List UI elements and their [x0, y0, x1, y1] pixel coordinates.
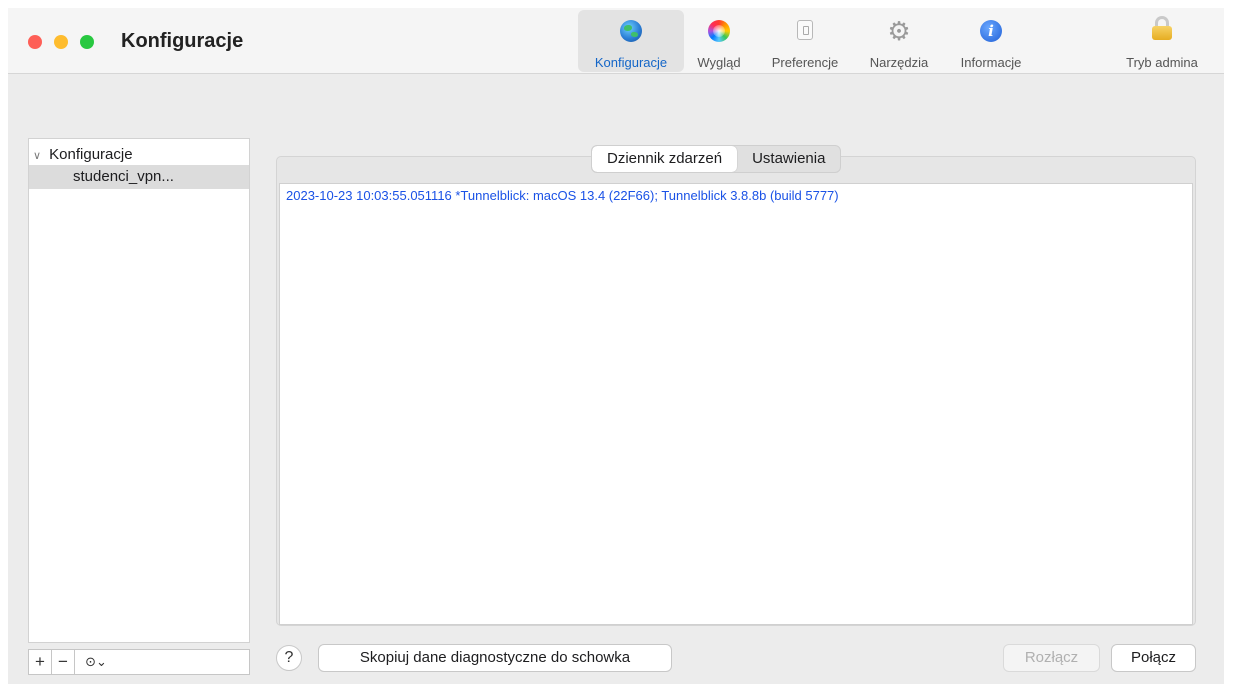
preferences-window: Konfiguracje Konfiguracje Wygląd Prefere… — [8, 8, 1224, 684]
sidebar-button-bar: + − ⊙⌄ — [28, 649, 250, 676]
toolbar-label: Narzędzia — [869, 55, 929, 70]
button-bar-filler — [117, 649, 250, 675]
minimize-window-button[interactable] — [54, 35, 68, 49]
tab-segmented-control: Dziennik zdarzeń Ustawienia — [591, 145, 842, 173]
toolbar-item-narzedzia[interactable]: ⚙ Narzędzia — [856, 10, 942, 72]
toolbar-label: Wygląd — [697, 55, 741, 70]
tab-settings[interactable]: Ustawienia — [737, 146, 840, 172]
info-icon: i — [980, 20, 1002, 42]
toolbar-label: Konfiguracje — [594, 55, 668, 70]
sidebar-item-label: studenci_vpn... — [73, 168, 174, 185]
log-view[interactable]: 2023-10-23 10:03:55.051116 *Tunnelblick:… — [279, 183, 1193, 625]
tree-group-label: Konfiguracje — [49, 146, 133, 163]
toolbar-item-informacje[interactable]: i Informacje — [946, 10, 1036, 72]
globe-icon — [620, 20, 642, 42]
help-button[interactable]: ? — [276, 645, 302, 671]
tab-log[interactable]: Dziennik zdarzeń — [592, 146, 738, 172]
toolbar-item-preferencje[interactable]: Preferencje — [758, 10, 852, 72]
switch-icon — [797, 20, 813, 40]
configurations-sidebar: ∨ Konfiguracje studenci_vpn... — [28, 138, 250, 643]
toolbar-label: Tryb admina — [1126, 55, 1198, 70]
tree-group-header[interactable]: ∨ Konfiguracje — [33, 146, 133, 163]
connect-button[interactable]: Połącz — [1111, 644, 1196, 672]
add-configuration-button[interactable]: + — [28, 649, 52, 675]
log-line: 2023-10-23 10:03:55.051116 *Tunnelblick:… — [286, 188, 839, 203]
toolbar-item-wyglad[interactable]: Wygląd — [686, 10, 752, 72]
gear-icon: ⚙ — [887, 16, 911, 46]
lock-icon — [1152, 16, 1172, 40]
toolbar-item-admin-mode[interactable]: Tryb admina — [1116, 10, 1208, 72]
chevron-down-icon[interactable]: ∨ — [33, 149, 45, 162]
sidebar-item-configuration[interactable]: studenci_vpn... — [29, 165, 249, 189]
window-title: Konfiguracje — [121, 30, 244, 52]
toolbar-label: Informacje — [960, 55, 1022, 70]
zoom-window-button[interactable] — [80, 35, 94, 49]
color-wheel-icon — [708, 20, 730, 42]
toolbar-item-konfiguracje[interactable]: Konfiguracje — [578, 10, 684, 72]
copy-diagnostics-button[interactable]: Skopiuj dane diagnostyczne do schowka — [318, 644, 672, 672]
remove-configuration-button[interactable]: − — [51, 649, 75, 675]
close-window-button[interactable] — [28, 35, 42, 49]
toolbar: Konfiguracje Konfiguracje Wygląd Prefere… — [8, 8, 1224, 74]
more-actions-button[interactable]: ⊙⌄ — [74, 649, 118, 675]
disconnect-button[interactable]: Rozłącz — [1003, 644, 1100, 672]
toolbar-label: Preferencje — [771, 55, 839, 70]
